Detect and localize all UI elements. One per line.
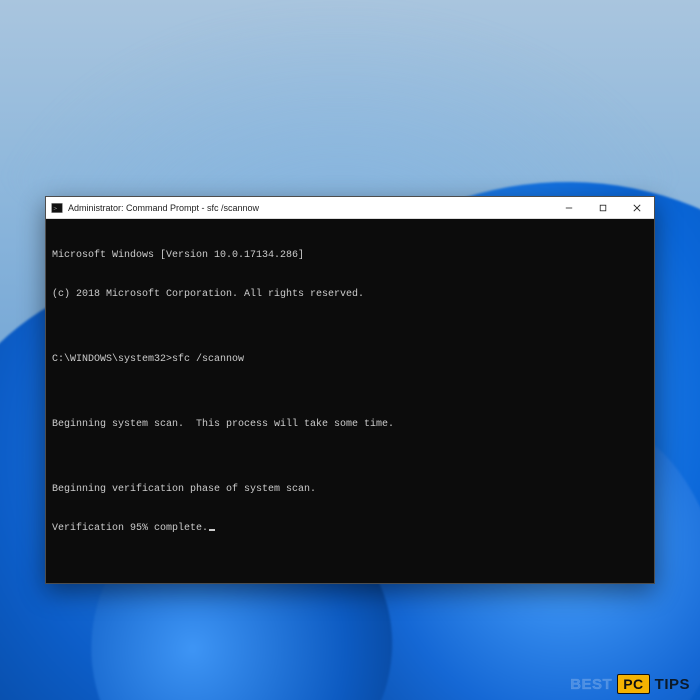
close-button[interactable] bbox=[620, 197, 654, 219]
svg-text:>: > bbox=[53, 205, 57, 212]
watermark-text: BEST bbox=[570, 676, 612, 693]
watermark: BEST PC TIPS bbox=[570, 674, 690, 694]
terminal-line: C:\WINDOWS\system32>sfc /scannow bbox=[52, 353, 648, 366]
terminal-line: (c) 2018 Microsoft Corporation. All righ… bbox=[52, 288, 648, 301]
maximize-button[interactable] bbox=[586, 197, 620, 219]
cursor-icon bbox=[209, 529, 215, 531]
minimize-button[interactable] bbox=[552, 197, 586, 219]
watermark-text: TIPS bbox=[655, 676, 690, 693]
window-titlebar[interactable]: > Administrator: Command Prompt - sfc /s… bbox=[46, 197, 654, 219]
terminal-progress-line: Verification 95% complete. bbox=[52, 522, 648, 535]
command-prompt-window[interactable]: > Administrator: Command Prompt - sfc /s… bbox=[45, 196, 655, 584]
watermark-badge: PC bbox=[617, 674, 649, 694]
terminal-output[interactable]: Microsoft Windows [Version 10.0.17134.28… bbox=[46, 219, 654, 583]
cmd-icon: > bbox=[50, 201, 64, 215]
terminal-line: Microsoft Windows [Version 10.0.17134.28… bbox=[52, 249, 648, 262]
terminal-line: Beginning system scan. This process will… bbox=[52, 418, 648, 431]
window-title: Administrator: Command Prompt - sfc /sca… bbox=[68, 203, 259, 213]
terminal-line: Beginning verification phase of system s… bbox=[52, 483, 648, 496]
terminal-progress-text: Verification 95% complete. bbox=[52, 523, 208, 534]
